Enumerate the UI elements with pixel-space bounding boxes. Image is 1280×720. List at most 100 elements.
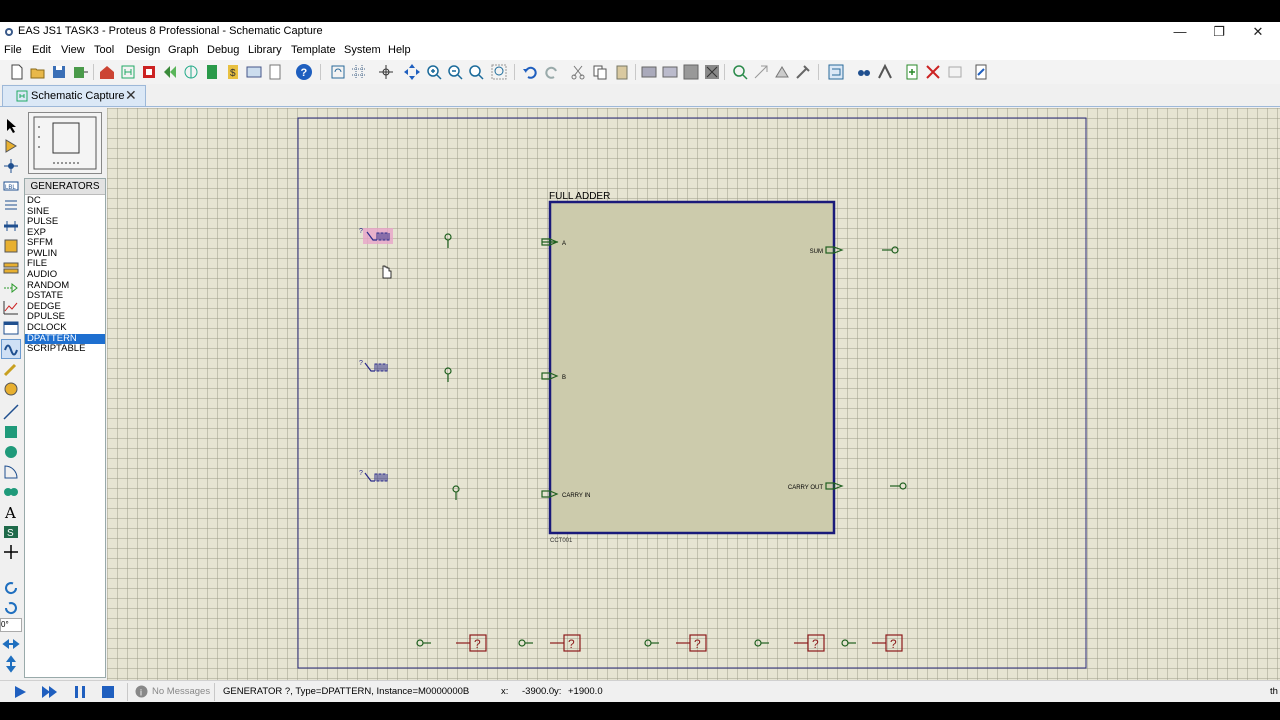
pause-icon[interactable]	[72, 684, 88, 700]
generator-symbol-b[interactable]	[364, 362, 388, 372]
voltage-probe-icon[interactable]	[2, 360, 20, 378]
terminals-icon[interactable]	[2, 259, 20, 277]
generator-item-audio[interactable]: AUDIO	[25, 270, 105, 280]
generator-item-dc[interactable]: DC	[25, 196, 105, 206]
path-tool-icon[interactable]	[2, 483, 20, 501]
restore-button[interactable]: ❐	[1199, 23, 1239, 41]
menu-help[interactable]: Help	[388, 44, 411, 56]
block-move-icon[interactable]	[661, 63, 679, 81]
bom-icon[interactable]	[203, 63, 221, 81]
zoom-out-icon[interactable]	[446, 63, 464, 81]
rotate-clockwise-icon[interactable]	[2, 579, 20, 597]
unknown-part-1[interactable]: ?	[474, 637, 481, 651]
open-folder-icon[interactable]	[29, 63, 47, 81]
graph-mode-icon[interactable]	[2, 299, 20, 317]
generator-item-dclock[interactable]: DCLOCK	[25, 323, 105, 333]
minimize-button[interactable]: —	[1160, 23, 1200, 41]
save-icon[interactable]	[50, 63, 68, 81]
wire-label-icon[interactable]: LBL	[2, 177, 20, 195]
block-delete-icon[interactable]	[703, 63, 721, 81]
generator-item-sffm[interactable]: SFFM	[25, 238, 105, 248]
cut-icon[interactable]	[569, 63, 587, 81]
close-window-button[interactable]: ✕	[1238, 23, 1278, 41]
zoom-area-icon[interactable]	[490, 63, 508, 81]
menu-template[interactable]: Template	[291, 44, 336, 56]
packaging-tool-icon[interactable]	[773, 63, 791, 81]
tape-recorder-icon[interactable]	[2, 319, 20, 337]
menu-design[interactable]: Design	[126, 44, 160, 56]
search-tag-icon[interactable]	[855, 63, 873, 81]
play-icon[interactable]	[12, 684, 28, 700]
generator-symbol-cin[interactable]	[364, 472, 388, 482]
origin-icon[interactable]	[377, 63, 395, 81]
menu-system[interactable]: System	[344, 44, 381, 56]
property-tool-icon[interactable]	[876, 63, 894, 81]
generator-mode-icon[interactable]	[1, 339, 21, 359]
help-icon[interactable]: ?	[295, 63, 313, 81]
component-mode-icon[interactable]	[2, 137, 20, 155]
design-explorer-icon[interactable]	[245, 63, 263, 81]
generator-symbol-a[interactable]	[363, 228, 393, 244]
zoom-all-icon[interactable]	[467, 63, 485, 81]
symbol-tool-icon[interactable]: S	[2, 523, 20, 541]
grid-toggle-icon[interactable]	[350, 63, 368, 81]
messages-status[interactable]: No Messages	[152, 686, 210, 697]
pan-icon[interactable]	[403, 63, 421, 81]
generator-item-file[interactable]: FILE	[25, 259, 105, 269]
goto-sheet-icon[interactable]	[946, 63, 964, 81]
generator-item-scriptable[interactable]: SCRIPTABLE	[25, 344, 105, 354]
selection-mode-icon[interactable]	[2, 117, 20, 135]
overview-window[interactable]	[28, 112, 102, 174]
redo-icon[interactable]	[543, 63, 561, 81]
unknown-part-3[interactable]: ?	[694, 637, 701, 651]
pcb-layout-icon[interactable]	[140, 63, 158, 81]
rotate-anticlockwise-icon[interactable]	[2, 599, 20, 617]
circle-tool-icon[interactable]	[2, 443, 20, 461]
close-tab-icon[interactable]: ✕	[125, 88, 137, 102]
zoom-in-icon[interactable]	[425, 63, 443, 81]
remove-sheet-icon[interactable]	[924, 63, 942, 81]
notes-icon[interactable]	[266, 63, 284, 81]
menu-view[interactable]: View	[61, 44, 85, 56]
refresh-icon[interactable]	[329, 63, 347, 81]
edit-report-icon[interactable]	[972, 63, 990, 81]
buses-icon[interactable]	[2, 217, 20, 235]
menu-file[interactable]: File	[4, 44, 22, 56]
new-file-icon[interactable]	[8, 63, 26, 81]
step-icon[interactable]	[40, 684, 58, 700]
line-tool-icon[interactable]	[2, 403, 20, 421]
mirror-horizontal-icon[interactable]	[2, 635, 20, 653]
wire-autorouter-icon[interactable]	[827, 63, 845, 81]
unknown-part-5[interactable]: ?	[890, 637, 897, 651]
3d-view-icon[interactable]	[182, 63, 200, 81]
stop-icon[interactable]	[100, 684, 116, 700]
home-icon[interactable]	[98, 63, 116, 81]
make-device-icon[interactable]	[752, 63, 770, 81]
menu-library[interactable]: Library	[248, 44, 282, 56]
unknown-part-2[interactable]: ?	[568, 637, 575, 651]
generator-item-dstate[interactable]: DSTATE	[25, 291, 105, 301]
pick-device-icon[interactable]	[731, 63, 749, 81]
menu-graph[interactable]: Graph	[168, 44, 199, 56]
undo-icon[interactable]	[521, 63, 539, 81]
subcircuit-icon[interactable]	[2, 237, 20, 255]
dollar-icon[interactable]: $	[224, 63, 242, 81]
device-pins-icon[interactable]	[2, 279, 20, 297]
tab-schematic-capture[interactable]: Schematic Capture ✕	[2, 85, 146, 106]
menu-tool[interactable]: Tool	[94, 44, 114, 56]
block-rotate-icon[interactable]	[682, 63, 700, 81]
box-tool-icon[interactable]	[2, 423, 20, 441]
arc-tool-icon[interactable]	[2, 463, 20, 481]
decompose-icon[interactable]	[794, 63, 812, 81]
menu-debug[interactable]: Debug	[207, 44, 239, 56]
import-icon[interactable]	[71, 63, 89, 81]
paste-icon[interactable]	[613, 63, 631, 81]
marker-tool-icon[interactable]	[2, 543, 20, 561]
menu-edit[interactable]: Edit	[32, 44, 51, 56]
text-script-icon[interactable]	[2, 197, 20, 215]
schematic-canvas[interactable]: ? ? ? FULL ADDER CCT001 A B CARRY IN SUM…	[107, 108, 1280, 682]
mirror-vertical-icon[interactable]	[2, 655, 20, 673]
unknown-part-4[interactable]: ?	[812, 637, 819, 651]
block-copy-icon[interactable]	[640, 63, 658, 81]
full-adder-block[interactable]	[548, 200, 836, 535]
